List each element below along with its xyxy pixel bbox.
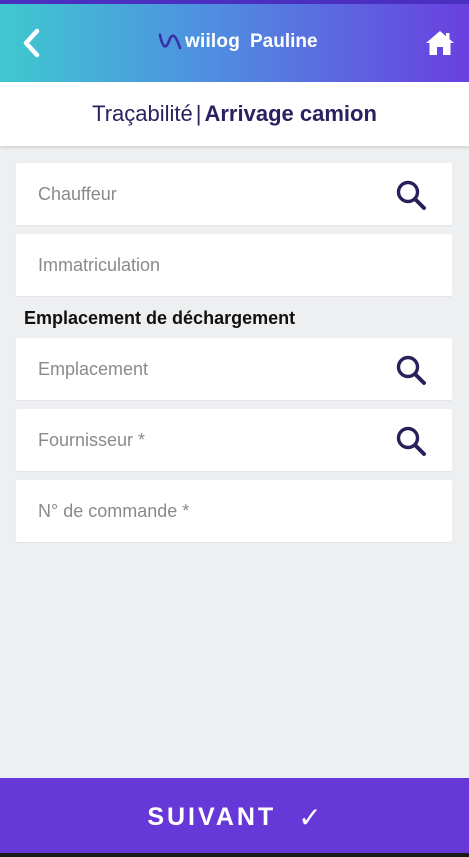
chauffeur-search-button[interactable] (394, 178, 428, 212)
chauffeur-input[interactable] (16, 163, 452, 225)
section-label-emplacement: Emplacement de déchargement (24, 308, 296, 328)
next-button-label: SUIVANT (147, 803, 277, 831)
page-title: Arrivage camion (204, 101, 377, 126)
brand: wiilog (158, 28, 240, 56)
search-icon (396, 180, 426, 210)
immatriculation-input[interactable] (16, 234, 452, 296)
check-icon: ✓ (298, 802, 322, 833)
commande-input[interactable] (16, 480, 452, 542)
user-name: Pauline (250, 31, 318, 52)
back-button[interactable] (14, 26, 48, 60)
emplacement-input[interactable] (16, 338, 452, 400)
bottom-edge (0, 853, 469, 857)
emplacement-field (16, 338, 452, 400)
wiilog-logo-icon (158, 31, 182, 53)
search-icon (396, 426, 426, 456)
search-icon (396, 355, 426, 385)
breadcrumb-section: Traçabilité (92, 101, 193, 126)
commande-field (16, 480, 452, 542)
home-button[interactable] (424, 28, 456, 58)
brand-name: wiilog (185, 31, 241, 52)
page-title-bar: Traçabilité | Arrivage camion (0, 82, 469, 146)
chevron-left-icon (23, 28, 40, 58)
breadcrumb-separator: | (195, 101, 202, 126)
chauffeur-field (16, 163, 452, 225)
app-header: wiilog Pauline (0, 0, 469, 82)
fournisseur-input[interactable] (16, 409, 452, 471)
fournisseur-search-button[interactable] (394, 424, 428, 458)
home-icon (426, 31, 454, 55)
next-button[interactable]: SUIVANT ✓ (0, 778, 469, 857)
immatriculation-field (16, 234, 452, 296)
fournisseur-field (16, 409, 452, 471)
emplacement-search-button[interactable] (394, 353, 428, 387)
